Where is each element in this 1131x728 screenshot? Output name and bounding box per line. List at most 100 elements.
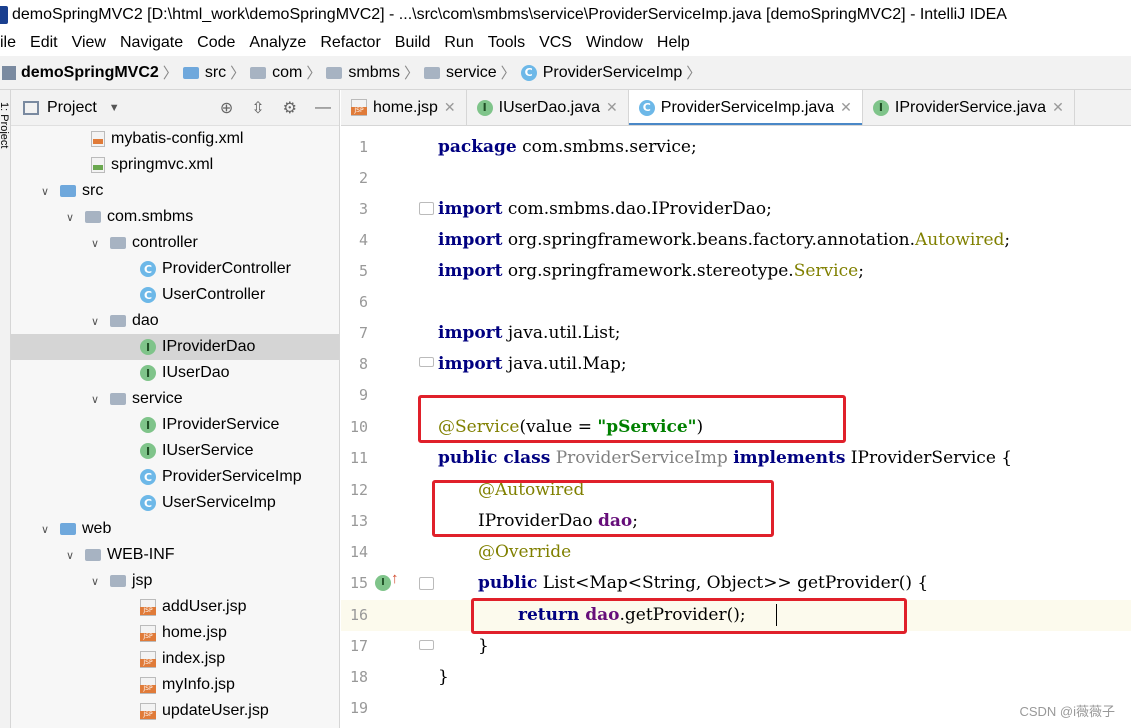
line-number: 16 xyxy=(349,606,368,624)
chevron-down-icon[interactable]: ∨ xyxy=(63,549,77,562)
menu-tools[interactable]: Tools xyxy=(481,34,532,52)
collapse-all-icon[interactable]: ⇳ xyxy=(251,98,264,118)
breadcrumb-src[interactable]: src 〉 xyxy=(182,62,250,83)
tree-item-adduser-jsp[interactable]: addUser.jsp xyxy=(11,594,339,620)
minimize-icon[interactable]: — xyxy=(315,99,331,117)
tree-item-service[interactable]: ∨ service xyxy=(11,386,339,412)
package-icon xyxy=(423,66,440,79)
tree-item-web-inf[interactable]: ∨ WEB-INF xyxy=(11,542,339,568)
menu-help[interactable]: Help xyxy=(650,34,697,52)
tree-item-updateuser-jsp[interactable]: updateUser.jsp xyxy=(11,698,339,724)
chevron-down-icon[interactable]: ∨ xyxy=(63,211,77,224)
jsp-file-icon xyxy=(140,598,156,616)
project-tool-tab[interactable]: 1: Project xyxy=(0,102,10,148)
menu-window[interactable]: Window xyxy=(579,34,650,52)
breadcrumb-smbms[interactable]: smbms 〉 xyxy=(326,62,424,83)
line-number: 13 xyxy=(349,512,368,530)
line-number: 4 xyxy=(358,231,368,249)
source-folder-icon xyxy=(60,185,76,197)
package-icon xyxy=(326,66,343,79)
line-number: 6 xyxy=(358,293,368,311)
highlight-box-autowired-field xyxy=(432,480,774,537)
tree-item-src[interactable]: ∨ src xyxy=(11,178,339,204)
line-number: 9 xyxy=(358,386,368,404)
project-panel: Project ▼ ⊕ ⇳ ⚙ — mybatis-config.xml spr… xyxy=(11,90,340,728)
tab-iuserdao-java[interactable]: I IUserDao.java ✕ xyxy=(467,90,629,125)
tab-home-jsp[interactable]: home.jsp ✕ xyxy=(341,90,467,125)
highlight-box-service-annotation xyxy=(418,395,846,443)
interface-icon: I xyxy=(140,365,156,381)
menu-navigate[interactable]: Navigate xyxy=(113,34,190,52)
breadcrumb-class[interactable]: C ProviderServiceImp 〉 xyxy=(520,62,707,83)
code-line-15: public List<Map<String, Object>> getProv… xyxy=(478,573,929,593)
fold-marker-icon[interactable] xyxy=(419,577,434,590)
chevron-down-icon[interactable]: ∨ xyxy=(38,185,52,198)
gear-icon[interactable]: ⚙ xyxy=(283,98,297,118)
close-icon[interactable]: ✕ xyxy=(1052,99,1064,116)
line-number: 10 xyxy=(349,418,368,436)
menu-refactor[interactable]: Refactor xyxy=(313,34,387,52)
chevron-down-icon[interactable]: ▼ xyxy=(109,102,120,114)
tree-item-mybatis-config[interactable]: mybatis-config.xml xyxy=(11,126,339,152)
code-line-5: import org.springframework.stereotype.Se… xyxy=(438,261,864,281)
tree-item-user-controller[interactable]: C UserController xyxy=(11,282,339,308)
chevron-down-icon[interactable]: ∨ xyxy=(38,523,52,536)
line-number: 5 xyxy=(358,262,368,280)
breadcrumb-com[interactable]: com 〉 xyxy=(250,62,326,83)
interface-icon: I xyxy=(140,443,156,459)
tree-item-provider-controller[interactable]: C ProviderController xyxy=(11,256,339,282)
line-number: 18 xyxy=(349,668,368,686)
breadcrumb-project[interactable]: demoSpringMVC2 〉 xyxy=(2,62,183,83)
menu-view[interactable]: View xyxy=(65,34,113,52)
tree-item-dao[interactable]: ∨ dao xyxy=(11,308,339,334)
tree-item-iuser-dao[interactable]: I IUserDao xyxy=(11,360,339,386)
project-panel-header: Project ▼ ⊕ ⇳ ⚙ — xyxy=(11,90,339,126)
folder-icon xyxy=(110,575,126,587)
tree-item-iuser-service[interactable]: I IUserService xyxy=(11,438,339,464)
tree-item-iprovider-dao[interactable]: I IProviderDao xyxy=(11,334,339,360)
jsp-file-icon xyxy=(351,99,367,116)
project-panel-title[interactable]: Project xyxy=(47,99,97,117)
code-line-18: } xyxy=(438,667,449,687)
line-number: 8 xyxy=(358,355,368,373)
fold-end-marker-icon[interactable] xyxy=(419,640,434,650)
code-line-8: import java.util.Map; xyxy=(438,354,627,374)
tree-item-provider-service-imp[interactable]: C ProviderServiceImp xyxy=(11,464,339,490)
menu-analyze[interactable]: Analyze xyxy=(242,34,313,52)
tree-item-home-jsp[interactable]: home.jsp xyxy=(11,620,339,646)
close-icon[interactable]: ✕ xyxy=(606,99,618,116)
tab-providerserviceimp-java[interactable]: C ProviderServiceImp.java ✕ xyxy=(628,90,863,125)
go-to-super-arrow-icon[interactable]: ↑ xyxy=(391,570,399,587)
tree-item-springmvc[interactable]: springmvc.xml xyxy=(11,152,339,178)
tree-item-jsp[interactable]: ∨ jsp xyxy=(11,568,339,594)
close-icon[interactable]: ✕ xyxy=(444,99,456,116)
menu-build[interactable]: Build xyxy=(388,34,438,52)
tree-item-controller[interactable]: ∨ controller xyxy=(11,230,339,256)
tree-item-index-jsp[interactable]: index.jsp xyxy=(11,646,339,672)
breadcrumb-service[interactable]: service 〉 xyxy=(423,62,521,83)
chevron-down-icon[interactable]: ∨ xyxy=(88,237,102,250)
menu-vcs[interactable]: VCS xyxy=(532,34,579,52)
tab-iproviderservice-java[interactable]: I IProviderService.java ✕ xyxy=(863,90,1075,125)
tree-item-myinfo-jsp[interactable]: myInfo.jsp xyxy=(11,672,339,698)
locate-icon[interactable]: ⊕ xyxy=(220,98,233,118)
tree-item-web[interactable]: ∨ web xyxy=(11,516,339,542)
tree-item-iprovider-service[interactable]: I IProviderService xyxy=(11,412,339,438)
implements-method-icon[interactable]: I xyxy=(375,575,391,591)
tree-item-com-smbms[interactable]: ∨ com.smbms xyxy=(11,204,339,230)
class-icon: C xyxy=(520,64,537,81)
fold-end-marker-icon[interactable] xyxy=(419,357,434,367)
class-icon: C xyxy=(638,99,655,116)
chevron-down-icon[interactable]: ∨ xyxy=(88,575,102,588)
fold-marker-icon[interactable] xyxy=(419,202,434,215)
tree-item-user-service-imp[interactable]: C UserServiceImp xyxy=(11,490,339,516)
menu-edit[interactable]: Edit xyxy=(23,34,65,52)
menu-run[interactable]: Run xyxy=(437,34,480,52)
menu-file[interactable]: ile xyxy=(0,34,23,52)
line-number: 15 xyxy=(349,574,368,592)
menu-code[interactable]: Code xyxy=(190,34,242,52)
chevron-down-icon[interactable]: ∨ xyxy=(88,393,102,406)
close-icon[interactable]: ✕ xyxy=(840,99,852,116)
chevron-down-icon[interactable]: ∨ xyxy=(88,315,102,328)
editor-tab-bar: home.jsp ✕ I IUserDao.java ✕ C ProviderS… xyxy=(341,90,1131,126)
